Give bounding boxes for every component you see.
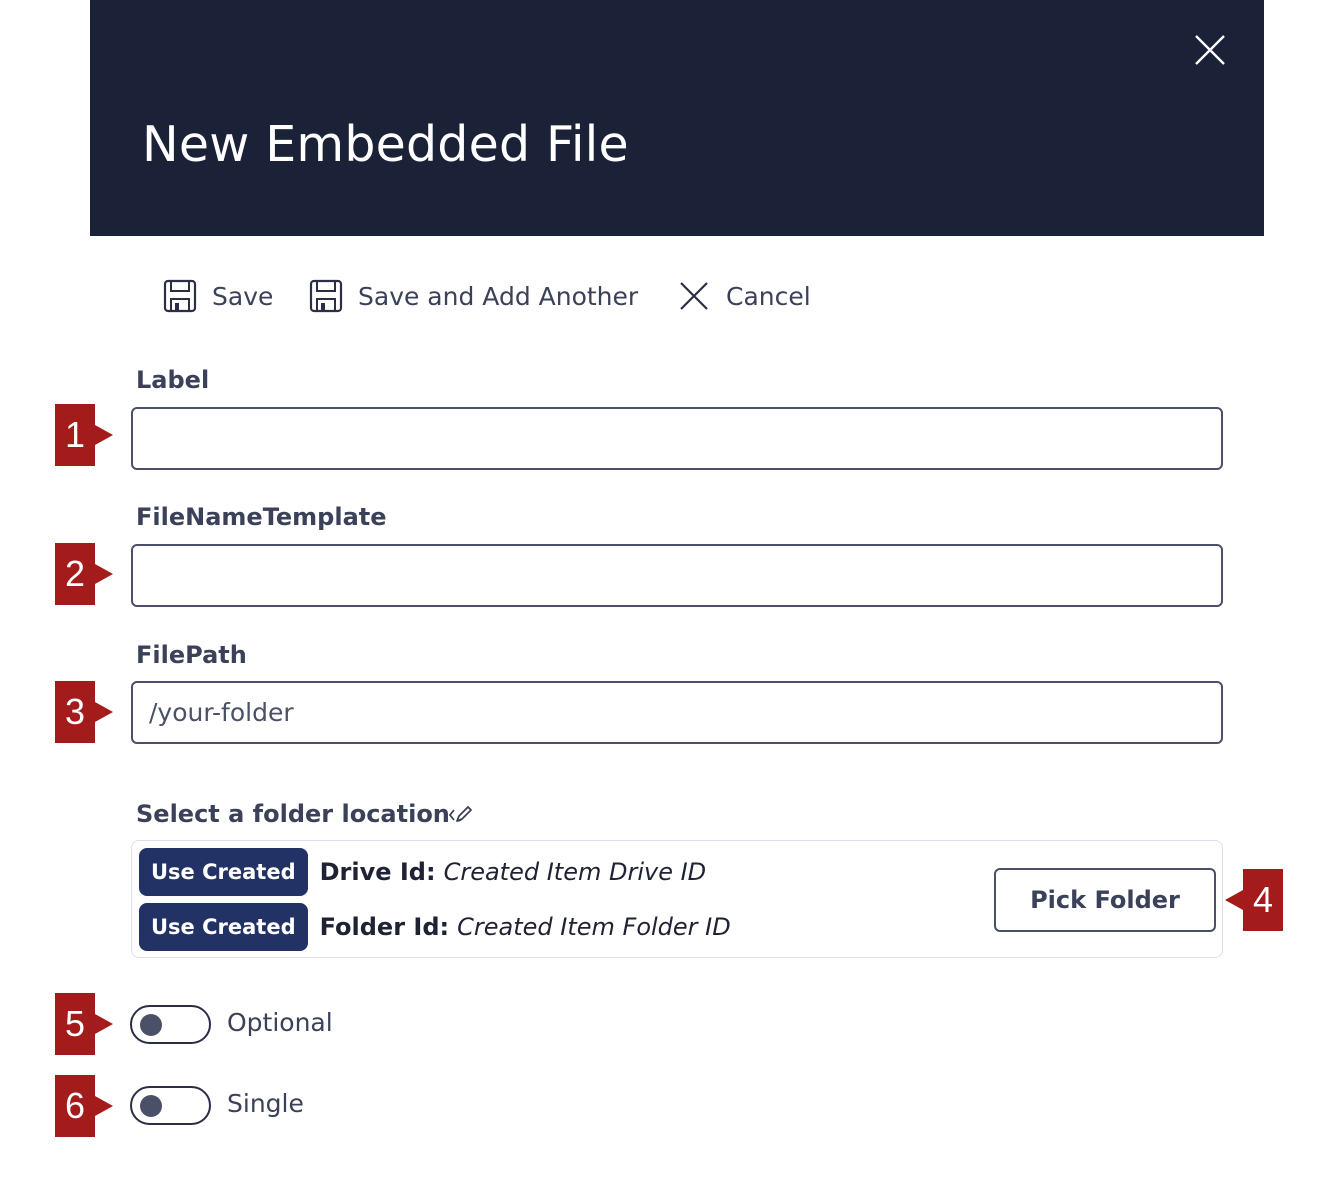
single-toggle[interactable] [130,1086,211,1125]
code-edit-icon[interactable] [448,804,474,826]
annotation-marker-3: 3 [55,681,117,743]
optional-toggle[interactable] [130,1005,211,1044]
folder-location-box: Use Created Drive Id: Created Item Drive… [131,840,1223,958]
save-icon [163,279,197,313]
drive-id-value: Created Item Drive ID [443,858,707,886]
save-icon [309,279,343,313]
annotation-marker-6: 6 [55,1075,117,1137]
label-input[interactable] [131,407,1223,470]
annotation-arrow [95,425,113,445]
use-created-drive-button[interactable]: Use Created [139,848,308,896]
toggle-knob [140,1014,162,1036]
save-and-add-another-button[interactable]: Save and Add Another [308,276,638,316]
close-icon [680,282,708,310]
cancel-label: Cancel [726,281,811,311]
label-field-label: Label [136,366,210,394]
annotation-marker-4: 4 [1221,869,1283,931]
annotation-arrow [95,564,113,584]
annotation-arrow [95,1014,113,1034]
annotation-arrow [1225,890,1243,910]
filepath-input[interactable] [131,681,1223,744]
annotation-arrow [95,1096,113,1116]
annotation-marker-1: 1 [55,404,117,466]
use-created-folder-button[interactable]: Use Created [139,903,308,951]
filename-template-label: FileNameTemplate [136,503,387,531]
save-and-add-another-label: Save and Add Another [358,281,639,311]
annotation-marker-2: 2 [55,543,117,605]
annotation-number: 3 [55,681,95,743]
annotation-arrow [95,702,113,722]
folder-id-key: Folder Id: [319,913,450,941]
pick-folder-button[interactable]: Pick Folder [994,868,1216,932]
folder-id-value: Created Item Folder ID [457,913,731,941]
dialog-title: New Embedded File [142,116,629,173]
cancel-button[interactable]: Cancel [676,276,811,316]
close-icon[interactable] [1193,33,1227,67]
save-button[interactable]: Save [162,276,273,316]
annotation-marker-5: 5 [55,993,117,1055]
single-label: Single [227,1089,304,1118]
optional-label: Optional [227,1008,333,1037]
folder-id-row: Use Created Folder Id: Created Item Fold… [139,903,731,951]
filename-template-input[interactable] [131,544,1223,607]
folder-section-label: Select a folder location [136,800,450,828]
annotation-number: 6 [55,1075,95,1137]
annotation-number: 5 [55,993,95,1055]
drive-id-row: Use Created Drive Id: Created Item Drive… [139,848,706,896]
filepath-label: FilePath [136,641,247,669]
dialog-header: New Embedded File [90,0,1264,236]
save-label: Save [212,281,274,311]
drive-id-key: Drive Id: [319,858,436,886]
annotation-number: 2 [55,543,95,605]
toggle-knob [140,1095,162,1117]
annotation-number: 4 [1243,869,1283,931]
annotation-number: 1 [55,404,95,466]
